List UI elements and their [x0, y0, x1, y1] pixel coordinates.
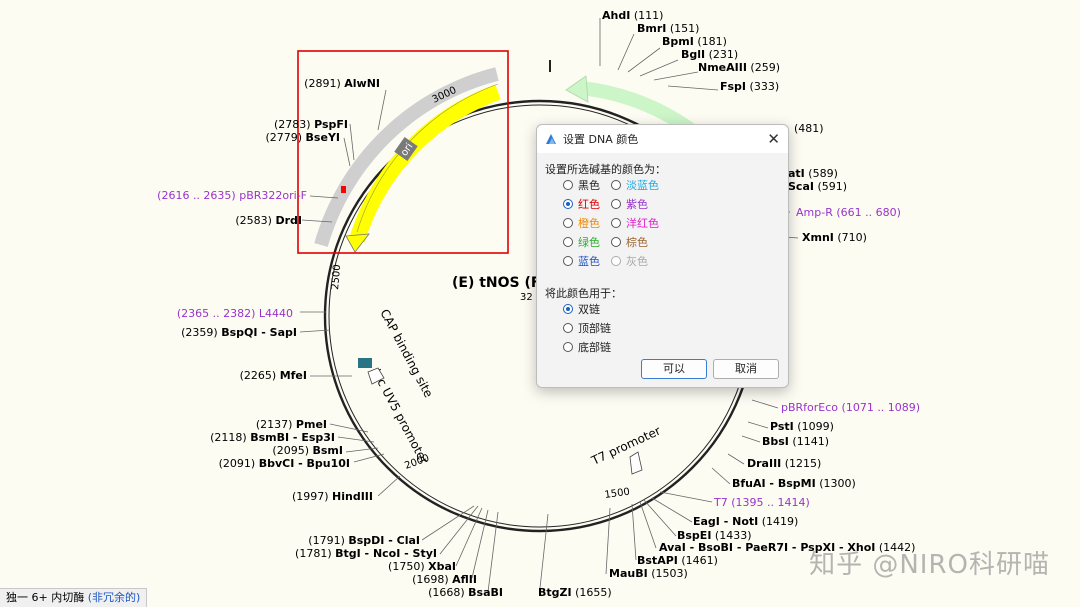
site-bbsi[interactable]: BbsI (1141)	[762, 435, 829, 448]
site-481[interactable]: (481)	[794, 122, 824, 135]
site-aflii[interactable]: (1698) AflII	[412, 573, 477, 586]
site-bspdi[interactable]: (1791) BspDI - ClaI	[308, 534, 420, 547]
dialog-titlebar[interactable]: 设置 DNA 颜色 ✕	[537, 125, 788, 153]
site-drdi[interactable]: (2583) DrdI	[235, 214, 302, 227]
plasmid-length: 32	[520, 292, 533, 303]
radio-both-strands[interactable]: 双链	[563, 301, 600, 317]
site-alwni[interactable]: (2891) AlwNI	[304, 77, 380, 90]
radio-black[interactable]: 黑色	[563, 177, 600, 193]
snapgene-app-icon	[546, 134, 556, 144]
dna-color-dialog: 设置 DNA 颜色 ✕ 设置所选碱基的颜色为： 黑色 淡蓝色 红色 紫色 橙色 …	[536, 124, 789, 388]
selected-base	[341, 186, 346, 193]
radio-red[interactable]: 红色	[563, 196, 600, 212]
site-pspfi[interactable]: (2783) PspFI	[274, 118, 348, 131]
radio-light-blue[interactable]: 淡蓝色	[611, 177, 659, 193]
site-nmeaiii[interactable]: NmeAIII (259)	[698, 61, 780, 74]
radio-green[interactable]: 绿色	[563, 234, 600, 250]
site-bspqi[interactable]: (2359) BspQI - SapI	[181, 326, 297, 339]
site-589[interactable]: atI (589)	[788, 167, 838, 180]
radio-brown[interactable]: 棕色	[611, 234, 648, 250]
site-bgli[interactable]: BglI (231)	[681, 48, 738, 61]
radio-bottom-strand[interactable]: 底部链	[563, 339, 611, 355]
feature-amp-r[interactable]: Amp-R (661 .. 680)	[796, 206, 901, 219]
amp-r-arrowhead	[565, 75, 589, 103]
site-btgzi[interactable]: BtgZI (1655)	[538, 586, 612, 599]
site-bsmbi[interactable]: (2118) BsmBI - Esp3I	[210, 431, 335, 444]
site-xbai[interactable]: (1750) XbaI	[388, 560, 456, 573]
color-prompt: 设置所选碱基的颜色为：	[545, 163, 666, 176]
radio-orange[interactable]: 橙色	[563, 215, 600, 231]
site-bfuai[interactable]: BfuAI - BspMI (1300)	[732, 477, 856, 490]
radio-magenta[interactable]: 洋红色	[611, 215, 659, 231]
site-bpmi[interactable]: BpmI (181)	[662, 35, 727, 48]
radio-purple[interactable]: 紫色	[611, 196, 648, 212]
ruler-1500: 1500	[604, 487, 631, 501]
site-hindiii[interactable]: (1997) HindIII	[292, 490, 373, 503]
close-icon[interactable]: ✕	[767, 130, 780, 148]
cancel-button[interactable]: 取消	[713, 359, 779, 379]
site-pmei[interactable]: (2137) PmeI	[256, 418, 327, 431]
site-bseyi[interactable]: (2779) BseYI	[265, 131, 340, 144]
t7-feature-arrow[interactable]	[629, 451, 643, 475]
feature-t7[interactable]: T7 (1395 .. 1414)	[713, 496, 810, 509]
site-bsabi[interactable]: (1668) BsaBI	[428, 586, 503, 599]
radio-top-strand[interactable]: 顶部链	[563, 320, 611, 336]
site-scai[interactable]: ScaI (591)	[788, 180, 847, 193]
site-bstapi[interactable]: BstAPI (1461)	[637, 554, 718, 567]
site-maubi[interactable]: MauBI (1503)	[609, 567, 688, 580]
site-psti[interactable]: PstI (1099)	[770, 420, 834, 433]
site-fspi[interactable]: FspI (333)	[720, 80, 779, 93]
site-btgi[interactable]: (1781) BtgI - NcoI - StyI	[295, 547, 437, 560]
site-eagi[interactable]: EagI - NotI (1419)	[693, 515, 798, 528]
radio-blue[interactable]: 蓝色	[563, 253, 600, 269]
site-bmri[interactable]: BmrI (151)	[637, 22, 699, 35]
site-xmni[interactable]: XmnI (710)	[802, 231, 867, 244]
ori-arrowhead	[345, 233, 370, 253]
apply-prompt: 将此颜色用于：	[545, 287, 622, 300]
ok-button[interactable]: 可以	[641, 359, 707, 379]
ruler-2500: 2500	[330, 264, 343, 290]
status-text: 独一 6+ 内切酶	[6, 591, 85, 604]
status-bar[interactable]: 独一 6+ 内切酶 (非冗余的)	[0, 588, 148, 607]
site-draiii[interactable]: DraIII (1215)	[747, 457, 821, 470]
feature-pbrforeco[interactable]: pBRforEco (1071 .. 1089)	[781, 401, 920, 414]
feature-pbr322ori-f[interactable]: (2616 .. 2635) pBR322ori-F	[157, 189, 307, 202]
dialog-title: 设置 DNA 颜色	[563, 133, 639, 146]
cap-feature-box[interactable]	[358, 358, 372, 368]
site-bsmi[interactable]: (2095) BsmI	[272, 444, 343, 457]
site-bbvci[interactable]: (2091) BbvCI - Bpu10I	[219, 457, 350, 470]
site-ahdi[interactable]: AhdI (111)	[602, 9, 663, 22]
feature-l4440[interactable]: (2365 .. 2382) L4440	[177, 307, 293, 320]
plasmid-title: (E) tNOS (F	[452, 275, 540, 291]
nonredundant-link[interactable]: (非冗余的)	[88, 591, 141, 604]
site-mfei[interactable]: (2265) MfeI	[240, 369, 307, 382]
watermark: 知乎 @NIRO科研喵	[809, 550, 1050, 580]
radio-gray: 灰色	[611, 253, 648, 269]
t7-label: T7 promoter	[588, 424, 662, 469]
